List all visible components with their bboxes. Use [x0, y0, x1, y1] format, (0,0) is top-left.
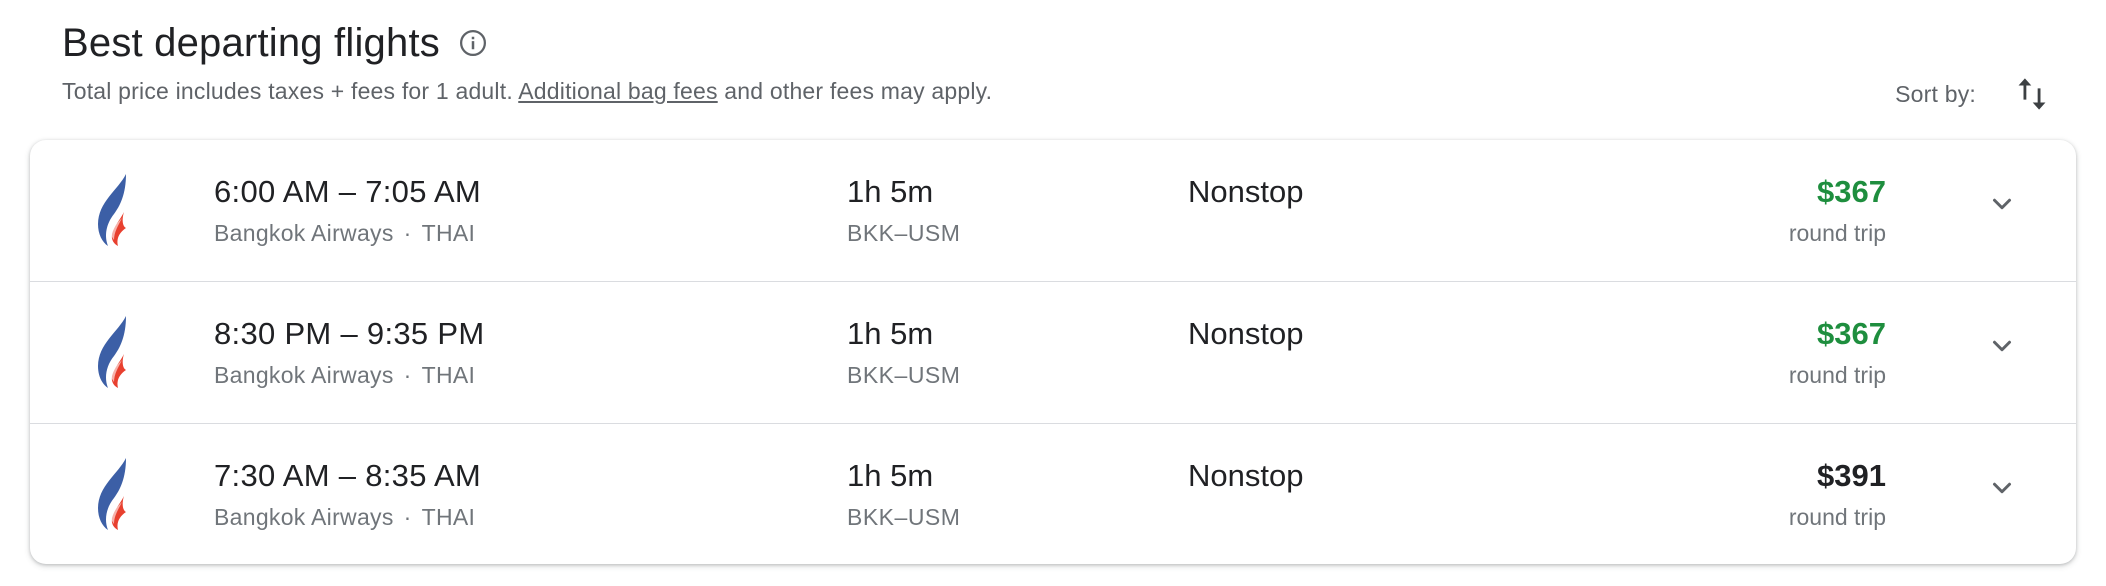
separator-dot: · — [403, 362, 412, 388]
flight-stops: Nonstop — [1188, 174, 1304, 209]
chevron-down-icon — [1993, 340, 2011, 352]
swap-vertical-icon — [2018, 78, 2046, 110]
airline-logo — [88, 456, 144, 536]
page-title: Best departing flights — [62, 20, 440, 65]
sort-label: Sort by: — [1895, 80, 1976, 107]
airline-name: Bangkok Airways — [214, 504, 394, 530]
separator-dot: · — [403, 504, 412, 530]
flight-list: 6:00 AM – 7:05 AM Bangkok Airways · THAI 1… — [30, 140, 2076, 564]
bag-fees-link[interactable]: Additional bag fees — [518, 78, 717, 104]
flight-route: BKK–USM — [847, 504, 961, 530]
operator-name: THAI — [421, 362, 476, 388]
flight-times: 8:30 PM – 9:35 PM — [214, 316, 485, 351]
price-type: round trip — [1788, 362, 1886, 388]
flight-times: 7:30 AM – 8:35 AM — [214, 458, 482, 493]
operator-name: THAI — [421, 220, 476, 246]
row-divider — [30, 423, 2076, 424]
flight-route: BKK–USM — [847, 362, 961, 388]
disclaimer-text-end: and other fees may apply. — [717, 78, 993, 104]
flight-duration: 1h 5m — [847, 316, 934, 351]
expand-button[interactable] — [1978, 180, 2026, 228]
flight-row[interactable]: 7:30 AM – 8:35 AM Bangkok Airways · THAI 1… — [30, 424, 2076, 564]
flight-price: $367 — [1817, 174, 1886, 209]
chevron-down-icon — [1993, 198, 2011, 210]
flight-stops: Nonstop — [1188, 316, 1304, 351]
airline-logo — [88, 314, 144, 394]
row-divider — [30, 281, 2076, 282]
price-type: round trip — [1788, 220, 1886, 246]
operator-name: THAI — [421, 504, 476, 530]
price-type: round trip — [1788, 504, 1886, 530]
airline-info: Bangkok Airways · THAI — [214, 504, 475, 531]
results-header: Best departing flights Total price inclu… — [62, 18, 2066, 118]
chevron-down-icon — [1993, 482, 2011, 494]
airline-info: Bangkok Airways · THAI — [214, 220, 475, 247]
flight-price: $391 — [1817, 458, 1886, 493]
flight-results-page: Best departing flights Total price inclu… — [0, 0, 2106, 586]
sort-button[interactable] — [2008, 70, 2056, 118]
airline-name: Bangkok Airways — [214, 220, 394, 246]
airline-name: Bangkok Airways — [214, 362, 394, 388]
sort-control: Sort by: — [1895, 70, 2066, 118]
flight-row[interactable]: 8:30 PM – 9:35 PM Bangkok Airways · THAI 1… — [30, 282, 2076, 423]
flight-duration: 1h 5m — [847, 174, 934, 209]
expand-button[interactable] — [1978, 464, 2026, 512]
flight-duration: 1h 5m — [847, 458, 934, 493]
title-row: Best departing flights — [62, 18, 2066, 68]
price-disclaimer: Total price includes taxes + fees for 1 … — [62, 78, 992, 105]
flight-stops: Nonstop — [1188, 458, 1304, 493]
airline-info: Bangkok Airways · THAI — [214, 362, 475, 389]
flight-row[interactable]: 6:00 AM – 7:05 AM Bangkok Airways · THAI 1… — [30, 140, 2076, 281]
flight-route: BKK–USM — [847, 220, 961, 246]
expand-button[interactable] — [1978, 322, 2026, 370]
info-icon[interactable] — [456, 26, 490, 60]
disclaimer-text-start: Total price includes taxes + fees for 1 … — [62, 78, 519, 104]
separator-dot: · — [403, 220, 412, 246]
flight-times: 6:00 AM – 7:05 AM — [214, 174, 482, 209]
flight-price: $367 — [1817, 316, 1886, 351]
airline-logo — [88, 172, 144, 252]
